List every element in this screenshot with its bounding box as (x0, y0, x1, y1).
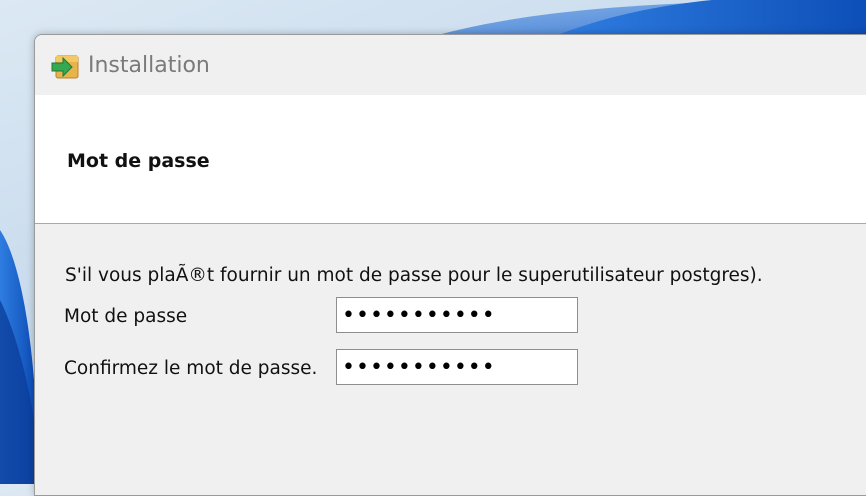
page-title: Mot de passe (67, 150, 210, 172)
title-bar[interactable]: Installation (35, 35, 866, 95)
content-panel: S'il vous plaÃ®t fournir un mot de passe… (35, 224, 866, 495)
confirm-password-label: Confirmez le mot de passe. (64, 358, 318, 379)
header-panel: Mot de passe (35, 95, 866, 224)
instruction-text: S'il vous plaÃ®t fournir un mot de passe… (65, 265, 763, 286)
installer-window: Installation Mot de passe S'il vous plaÃ… (34, 34, 866, 496)
installer-box-arrow-icon (51, 55, 79, 79)
password-label: Mot de passe (64, 306, 188, 327)
window-title: Installation (88, 53, 210, 78)
password-field[interactable] (336, 297, 578, 333)
confirm-password-field[interactable] (336, 349, 578, 385)
